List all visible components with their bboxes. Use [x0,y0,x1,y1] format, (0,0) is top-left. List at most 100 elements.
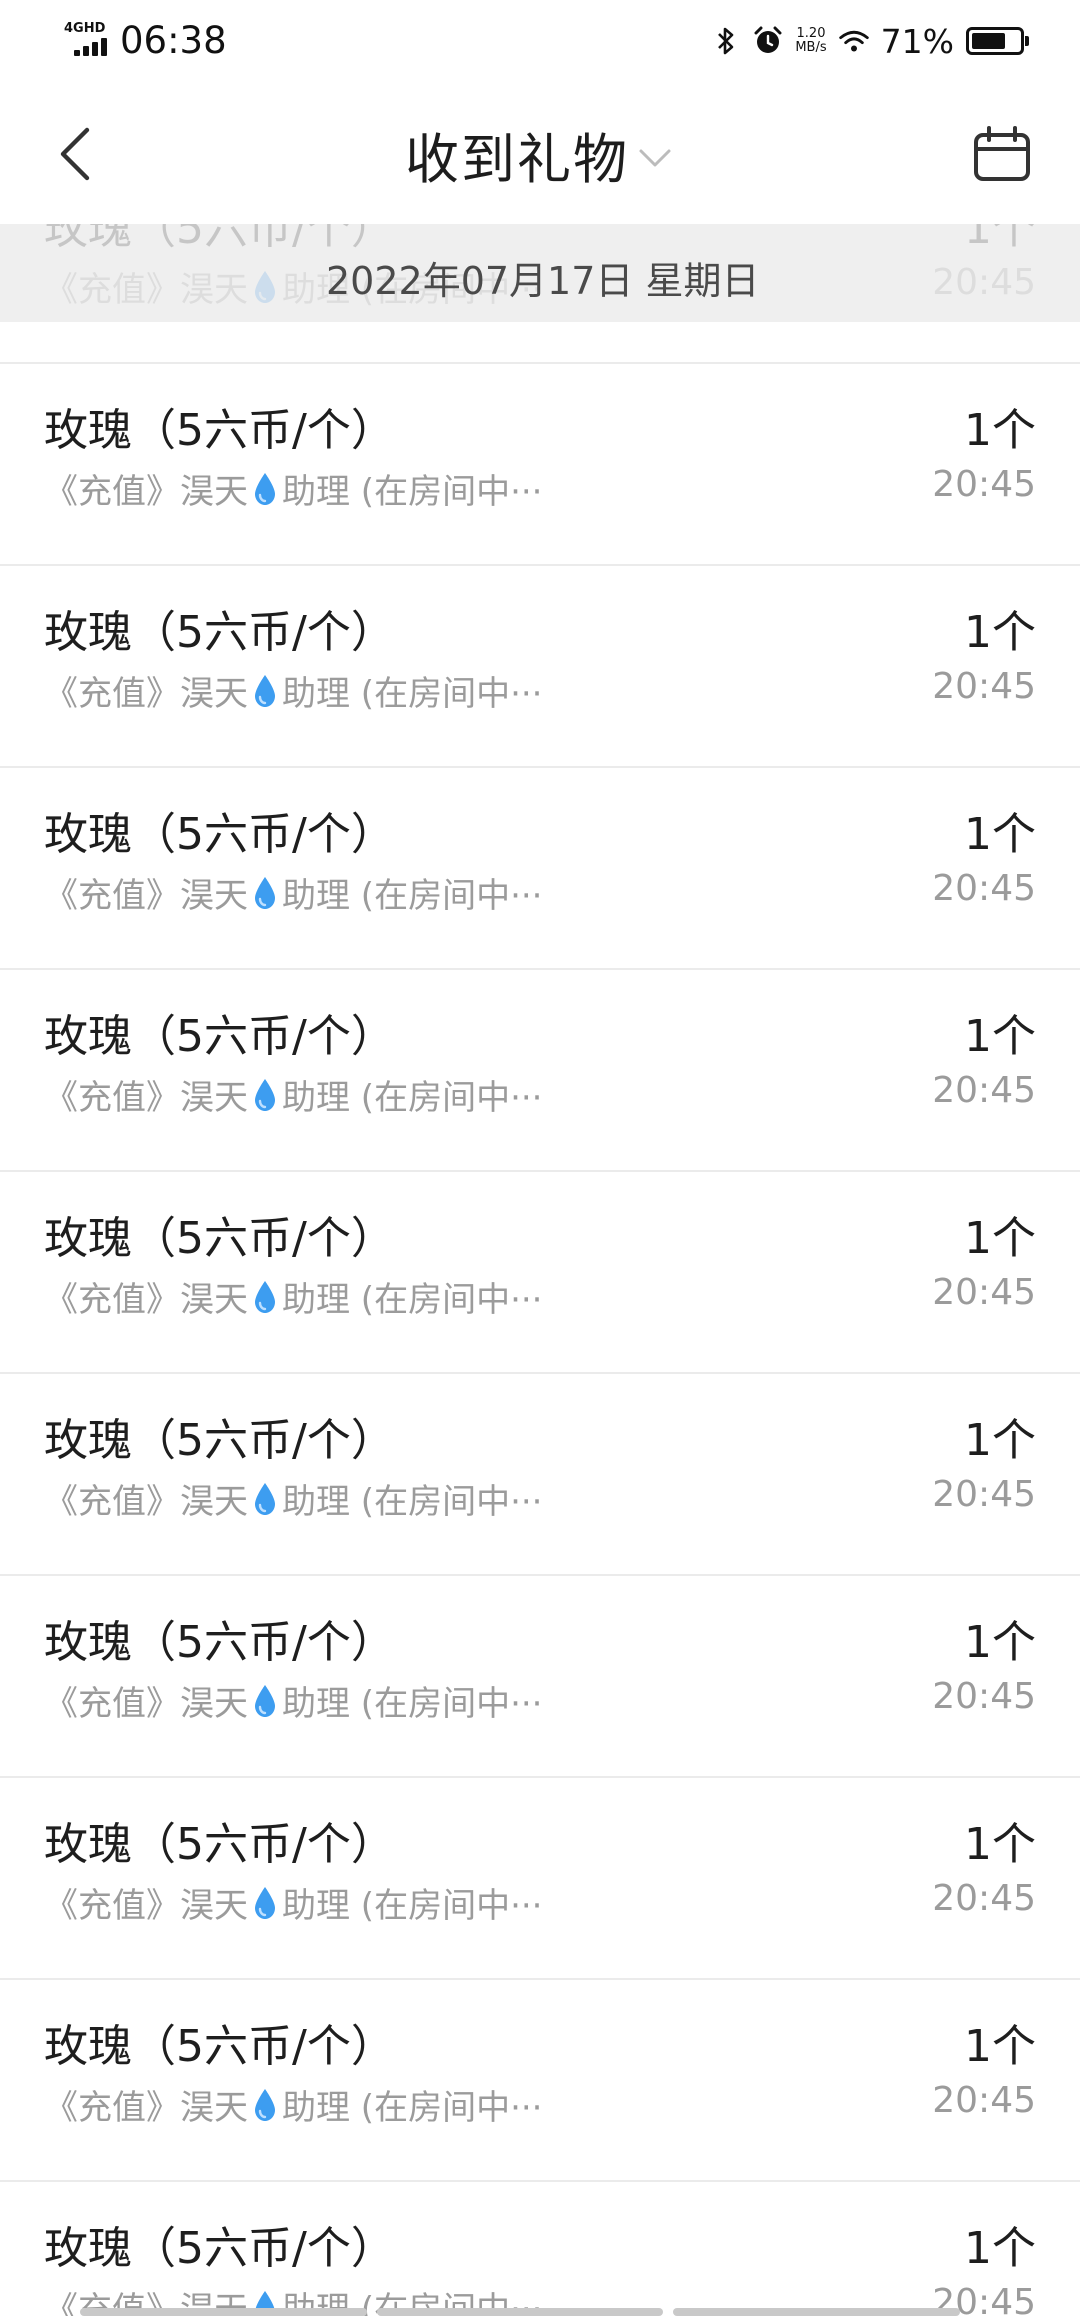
gift-title: 玫瑰（5六币/个） [44,2021,395,2072]
gift-sender: 《充值》淏天 助理 (在房间中··· [44,1878,543,1927]
sender-suffix: 助理 (在房间中··· [282,1684,543,1724]
battery-fill [972,33,1005,49]
gift-sender: 《充值》淏天 助理 (在房间中··· [44,1474,543,1523]
gift-time: 20:45 [932,1878,1036,1919]
gift-sender: 《充值》淏天 助理 (在房间中··· [44,2080,543,2129]
page-title: 收到礼物 [405,127,629,191]
gift-title: 玫瑰（5六币/个） [44,1213,395,1264]
water-drop-icon [255,1684,275,1717]
sender-suffix: 助理 (在房间中··· [282,472,543,512]
gift-list-inner: 玫瑰（5六币/个） 《充值》淏天 助理 (在房间中··· 1个 20:45 玫瑰… [0,224,1080,2316]
status-time: 06:38 [120,19,227,62]
sender-suffix: 助理 (在房间中··· [282,674,543,714]
gift-row[interactable]: 玫瑰（5六币/个） 《充值》淏天 助理 (在房间中··· 1个 20:45 [0,1576,1080,1778]
sender-prefix: 《充值》淏天 [44,1886,248,1926]
sender-prefix: 《充值》淏天 [44,876,248,916]
wifi-icon [838,24,869,58]
status-right: 1.20 MB/s 71% [711,18,1029,64]
water-drop-icon [255,1280,275,1313]
calendar-icon [974,126,1030,181]
gift-title: 玫瑰（5六币/个） [44,607,395,658]
battery-icon [966,27,1029,55]
sender-suffix: 助理 (在房间中··· [282,1482,543,1522]
alarm-icon [753,24,783,58]
gift-title: 玫瑰（5六币/个） [44,809,395,860]
calendar-button[interactable] [962,116,1042,192]
bluetooth-icon [711,24,741,58]
gift-sender: 《充值》淏天 助理 (在房间中··· [44,1272,543,1321]
sender-prefix: 《充值》淏天 [44,1684,248,1724]
gift-row[interactable]: 玫瑰（5六币/个） 《充值》淏天 助理 (在房间中··· 1个 20:45 [0,1778,1080,1980]
gift-time: 20:45 [932,2080,1036,2121]
network-type: 4GHD [64,21,106,36]
gift-row[interactable]: 玫瑰（5六币/个） 《充值》淏天 助理 (在房间中··· 1个 20:45 [0,566,1080,768]
chevron-down-icon [639,149,671,167]
sender-suffix: 助理 (在房间中··· [282,1280,543,1320]
gift-time: 20:45 [932,1474,1036,1515]
gift-row[interactable]: 玫瑰（5六币/个） 《充值》淏天 助理 (在房间中··· 1个 20:45 [0,768,1080,970]
gift-time: 20:45 [932,1070,1036,1111]
section-date: 2022年07月17日 星期日 [326,259,760,303]
speed-unit: MB/s [795,40,827,55]
sender-prefix: 《充值》淏天 [44,1078,248,1118]
gift-count: 1个 [964,1213,1036,1264]
gift-sender: 《充值》淏天 助理 (在房间中··· [44,868,543,917]
gift-time: 20:45 [932,1272,1036,1313]
gift-count: 1个 [964,809,1036,860]
gift-row[interactable]: 玫瑰（5六币/个） 《充值》淏天 助理 (在房间中··· 1个 20:45 [0,1374,1080,1576]
gift-title: 玫瑰（5六币/个） [44,1011,395,1062]
gift-row[interactable]: 玫瑰（5六币/个） 《充值》淏天 助理 (在房间中··· 1个 20:45 [0,1980,1080,2182]
gift-time: 20:45 [932,464,1036,505]
water-drop-icon [255,876,275,909]
top-navbar: 收到礼物 [0,84,1080,224]
gift-title: 玫瑰（5六币/个） [44,1415,395,1466]
gift-count: 1个 [964,1617,1036,1668]
gift-count: 1个 [964,2021,1036,2072]
indicator-segment [376,2308,664,2316]
sender-suffix: 助理 (在房间中··· [282,1886,543,1926]
water-drop-icon [255,1482,275,1515]
network-speed: 1.20 MB/s [795,27,826,55]
water-drop-icon [255,2088,275,2121]
gift-sender: 《充值》淏天 助理 (在房间中··· [44,1070,543,1119]
gift-row[interactable]: 玫瑰（5六币/个） 《充值》淏天 助理 (在房间中··· 1个 20:45 [0,364,1080,566]
gift-count: 1个 [964,405,1036,456]
sender-prefix: 《充值》淏天 [44,1280,248,1320]
gift-row[interactable]: 玫瑰（5六币/个） 《充值》淏天 助理 (在房间中··· 1个 20:45 [0,2182,1080,2316]
gift-title: 玫瑰（5六币/个） [44,405,395,456]
sender-prefix: 《充值》淏天 [44,674,248,714]
battery-percent: 71% [880,21,954,61]
status-bar: 4GHD 06:38 1.20 MB/s 71% [0,0,1080,84]
sender-suffix: 助理 (在房间中··· [282,1078,543,1118]
indicator-segment [80,2308,367,2316]
scroll-indicator [80,2308,961,2316]
speed-value: 1.20 [796,26,826,41]
gift-count: 1个 [964,1011,1036,1062]
gift-sender: 《充值》淏天 助理 (在房间中··· [44,666,543,715]
gift-sender: 《充值》淏天 助理 (在房间中··· [44,464,543,513]
gift-time: 20:45 [932,666,1036,707]
water-drop-icon [255,472,275,505]
sender-prefix: 《充值》淏天 [44,472,248,512]
gift-title: 玫瑰（5六币/个） [44,2223,395,2274]
title-dropdown[interactable]: 收到礼物 [0,114,1080,194]
gift-count: 1个 [964,1819,1036,1870]
gift-title: 玫瑰（5六币/个） [44,1819,395,1870]
water-drop-icon [255,674,275,707]
gift-row[interactable]: 玫瑰（5六币/个） 《充值》淏天 助理 (在房间中··· 1个 20:45 [0,970,1080,1172]
gift-title: 玫瑰（5六币/个） [44,1617,395,1668]
sender-suffix: 助理 (在房间中··· [282,2088,543,2128]
gift-list[interactable]: 玫瑰（5六币/个） 《充值》淏天 助理 (在房间中··· 1个 20:45 玫瑰… [0,224,1080,2316]
gift-sender: 《充值》淏天 助理 (在房间中··· [44,1676,543,1725]
gift-row[interactable]: 玫瑰（5六币/个） 《充值》淏天 助理 (在房间中··· 1个 20:45 [0,1172,1080,1374]
sender-suffix: 助理 (在房间中··· [282,876,543,916]
water-drop-icon [255,1886,275,1919]
date-section-header: 2022年07月17日 星期日 [0,224,1080,322]
water-drop-icon [255,1078,275,1111]
signal-icon [74,36,110,56]
gift-time: 20:45 [932,868,1036,909]
gift-count: 1个 [964,1415,1036,1466]
gift-time: 20:45 [932,1676,1036,1717]
indicator-segment [673,2308,961,2316]
gift-count: 1个 [964,607,1036,658]
